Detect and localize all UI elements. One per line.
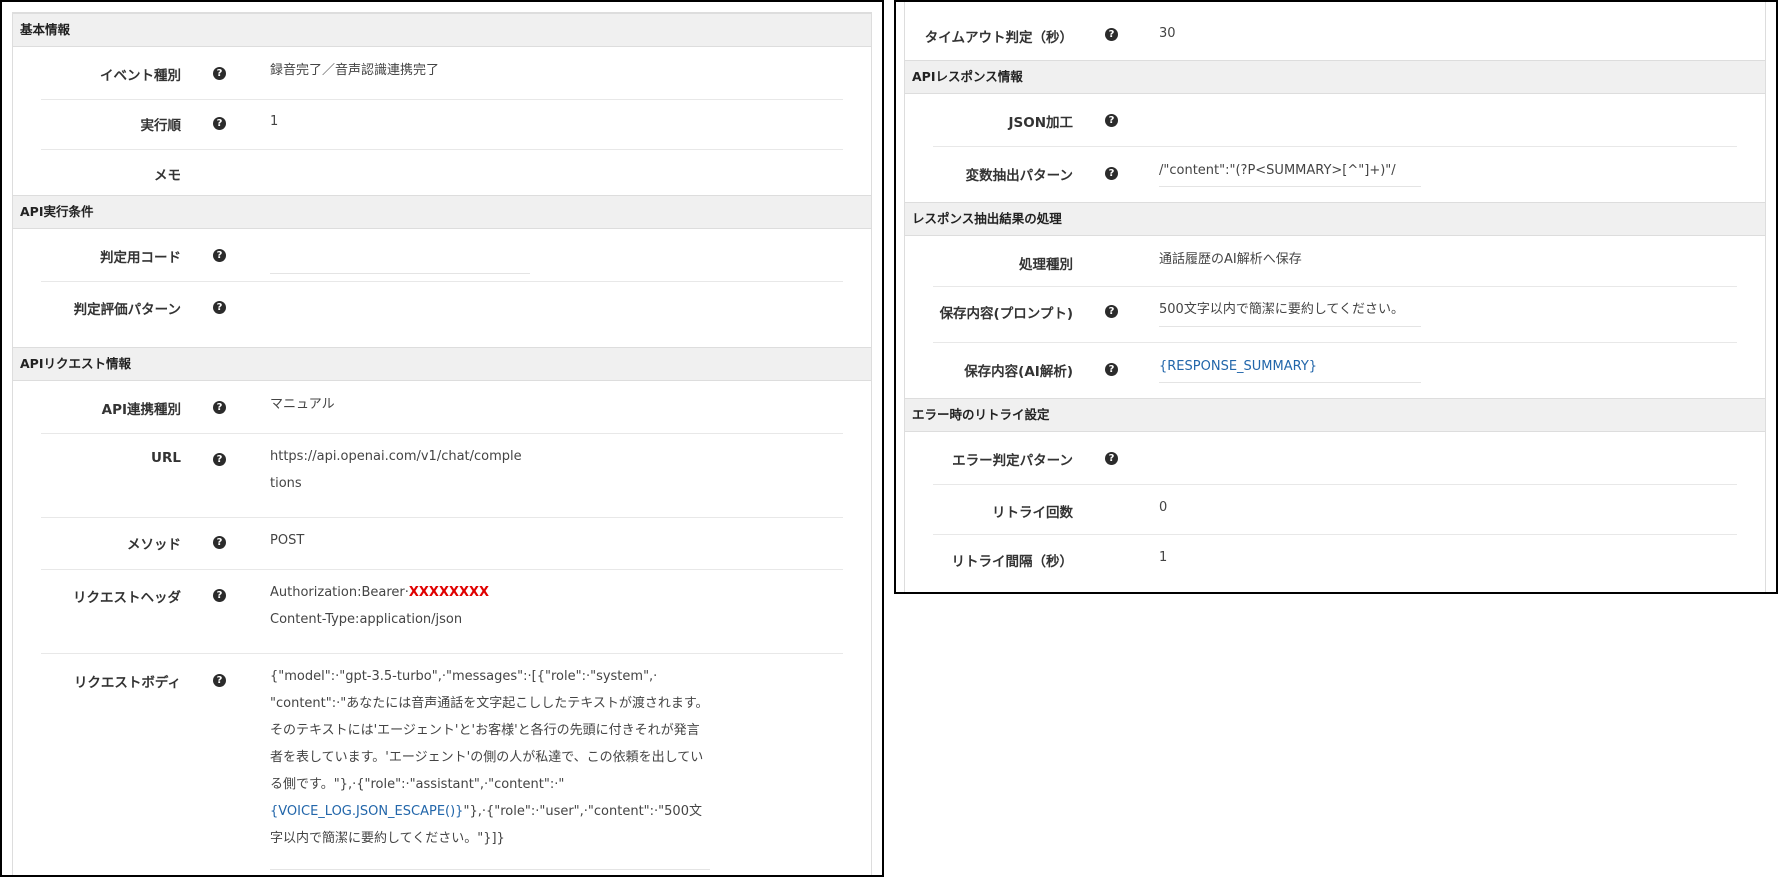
question-circle-icon[interactable]: ? (213, 401, 226, 414)
row-error-pattern: エラー判定パターン ? (933, 432, 1737, 485)
question-circle-icon[interactable]: ? (1105, 28, 1118, 41)
row-retry-count: リトライ回数 0 (933, 484, 1737, 535)
request-body-line-4: 者を表しています。'エージェント'の側の人が私達で、この依頼を出してい (270, 750, 704, 765)
save-ai-label: 保存内容(AI解析) (964, 364, 1073, 380)
question-circle-icon[interactable]: ? (213, 453, 226, 466)
row-request-header: リクエストヘッダ ? Authorization:Bearer·XXXXXXXX… (41, 569, 843, 654)
save-prompt-value: 500文字以内で簡潔に要約してください。 (1159, 302, 1405, 317)
request-body-line-2: "content":·"あなたには音声通話を文字起こししたテキストが渡されます。 (270, 696, 709, 711)
request-body-line-6-rest: "},·{"role":·"user",·"content":·"500文 (463, 804, 702, 819)
row-method: メソッド ? POST (41, 517, 843, 570)
question-circle-icon[interactable]: ? (213, 249, 226, 262)
event-type-value: 録音完了／音声認識連携完了 (270, 63, 440, 78)
save-prompt-label: 保存内容(プロンプト) (939, 306, 1073, 322)
save-ai-value: {RESPONSE_SUMMARY} (1159, 359, 1318, 374)
judge-pattern-label: 判定評価パターン (73, 302, 181, 318)
retry-interval-value: 1 (1159, 550, 1168, 565)
url-value: https://api.openai.com/v1/chat/comple ti… (270, 443, 710, 497)
row-save-ai: 保存内容(AI解析) ? {RESPONSE_SUMMARY} (933, 342, 1737, 398)
row-json-process: JSON加工 ? (933, 94, 1737, 147)
timeout-label: タイムアウト判定（秒） (924, 30, 1073, 46)
row-api-type: API連携種別 ? マニュアル (41, 381, 843, 434)
row-retry-interval: リトライ間隔（秒） 1 (933, 534, 1737, 590)
voice-log-variable: {VOICE_LOG.JSON_ESCAPE()} (270, 804, 464, 819)
request-body-line-5: る側です。"},·{"role":·"assistant",·"content"… (270, 777, 565, 792)
memo-label: メモ (154, 168, 181, 184)
error-pattern-label: エラー判定パターン (952, 453, 1073, 469)
request-body-line-3: そのテキストには'エージェント'と'お客様'と各行の先頭に付きそれが発言 (270, 723, 700, 738)
row-url: URL ? https://api.openai.com/v1/chat/com… (41, 433, 843, 518)
request-body-line-1: {"model":·"gpt-3.5-turbo",·"messages":·[… (270, 669, 658, 684)
exec-order-value: 1 (270, 114, 279, 129)
row-event-type: イベント種別 ? 録音完了／音声認識連携完了 (41, 49, 843, 100)
row-request-body: リクエストボディ ? {"model":·"gpt-3.5-turbo",·"m… (41, 653, 843, 873)
question-circle-icon[interactable]: ? (213, 674, 226, 687)
retry-count-value: 0 (1159, 500, 1168, 515)
question-circle-icon[interactable]: ? (213, 117, 226, 130)
right-panel: タイムアウト判定（秒） ? 30 APIレスポンス情報 JSON加工 ? 変数抽… (894, 0, 1778, 594)
question-circle-icon[interactable]: ? (1105, 114, 1118, 127)
process-type-label: 処理種別 (1019, 257, 1073, 273)
url-line-1: https://api.openai.com/v1/chat/comple (270, 449, 522, 464)
request-body-underline (270, 869, 710, 870)
var-extract-value: /"content":"(?P<SUMMARY>[^"]+)"/ (1159, 163, 1396, 178)
question-circle-icon[interactable]: ? (1105, 167, 1118, 180)
var-extract-underline (1159, 186, 1421, 187)
api-type-value: マニュアル (270, 397, 335, 412)
request-header-line-2: Content-Type:application/json (270, 612, 463, 627)
left-form: 基本情報 イベント種別 ? 録音完了／音声認識連携完了 実行順 ? 1 メモ A… (12, 12, 872, 875)
section-api-condition: API実行条件 (13, 195, 871, 229)
judge-code-label: 判定用コード (100, 250, 181, 266)
section-response-processing: レスポンス抽出結果の処理 (905, 202, 1765, 236)
process-type-value: 通話履歴のAI解析へ保存 (1159, 252, 1302, 267)
timeout-value: 30 (1159, 26, 1176, 41)
json-process-label: JSON加工 (1008, 115, 1073, 131)
request-header-value: Authorization:Bearer·XXXXXXXX Content-Ty… (270, 579, 710, 633)
request-body-label: リクエストボディ (73, 675, 181, 691)
row-judge-pattern: 判定評価パターン ? (41, 281, 843, 333)
save-ai-underline (1159, 382, 1421, 383)
request-body-line-7: 字以内で簡潔に要約してください。"}]} (270, 831, 505, 846)
request-body-value: {"model":·"gpt-3.5-turbo",·"messages":·[… (270, 663, 710, 852)
row-exec-order: 実行順 ? 1 (41, 99, 843, 150)
section-api-request: APIリクエスト情報 (13, 347, 871, 381)
row-save-prompt: 保存内容(プロンプト) ? 500文字以内で簡潔に要約してください。 (933, 286, 1737, 343)
row-timeout: タイムアウト判定（秒） ? 30 (925, 2, 1737, 60)
question-circle-icon[interactable]: ? (213, 67, 226, 80)
question-circle-icon[interactable]: ? (213, 536, 226, 549)
question-circle-icon[interactable]: ? (1105, 305, 1118, 318)
request-body-line-6: {VOICE_LOG.JSON_ESCAPE()}"},·{"role":·"u… (270, 798, 710, 825)
api-type-label: API連携種別 (101, 402, 181, 418)
right-form: タイムアウト判定（秒） ? 30 APIレスポンス情報 JSON加工 ? 変数抽… (904, 2, 1766, 592)
left-panel: 基本情報 イベント種別 ? 録音完了／音声認識連携完了 実行順 ? 1 メモ A… (0, 0, 884, 877)
var-extract-label: 変数抽出パターン (965, 168, 1073, 184)
retry-count-label: リトライ回数 (992, 505, 1073, 521)
exec-order-label: 実行順 (140, 118, 182, 134)
row-process-type: 処理種別 通話履歴のAI解析へ保存 (933, 236, 1737, 287)
event-type-label: イベント種別 (100, 68, 181, 84)
row-judge-code: 判定用コード ? (41, 229, 843, 282)
auth-secret: XXXXXXXX (408, 585, 490, 600)
section-api-response: APIレスポンス情報 (905, 60, 1765, 94)
section-basic-info: 基本情報 (13, 13, 871, 47)
method-value: POST (270, 533, 305, 548)
retry-interval-label: リトライ間隔（秒） (951, 554, 1074, 570)
question-circle-icon[interactable]: ? (213, 589, 226, 602)
save-prompt-underline (1159, 326, 1421, 327)
method-label: メソッド (127, 537, 181, 553)
url-line-2: tions (270, 476, 302, 491)
question-circle-icon[interactable]: ? (1105, 452, 1118, 465)
url-label: URL (151, 450, 181, 466)
row-var-extract: 変数抽出パターン ? /"content":"(?P<SUMMARY>[^"]+… (933, 146, 1737, 202)
section-retry-settings: エラー時のリトライ設定 (905, 398, 1765, 432)
auth-prefix: Authorization:Bearer· (270, 585, 409, 600)
question-circle-icon[interactable]: ? (1105, 363, 1118, 376)
request-header-line-1: Authorization:Bearer·XXXXXXXX (270, 579, 710, 606)
judge-code-underline (270, 273, 530, 274)
row-memo: メモ (41, 149, 843, 195)
question-circle-icon[interactable]: ? (213, 301, 226, 314)
request-header-label: リクエストヘッダ (73, 590, 181, 606)
